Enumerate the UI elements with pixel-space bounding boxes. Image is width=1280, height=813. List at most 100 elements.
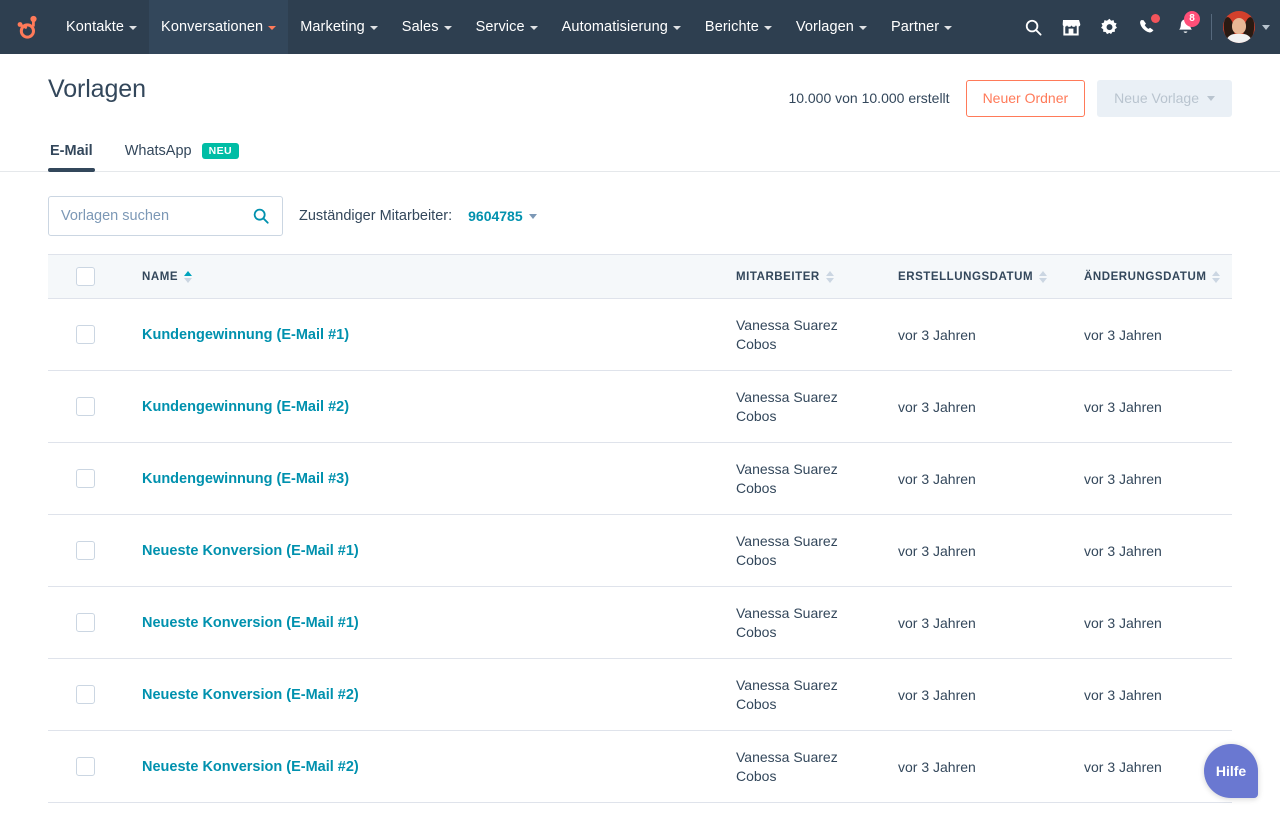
chevron-down-icon [268,26,277,30]
new-folder-button[interactable]: Neuer Ordner [965,80,1086,117]
column-header-modified[interactable]: ÄNDERUNGSDATUM [1066,254,1232,300]
template-link[interactable]: Kundengewinnung (E-Mail #1) [142,327,349,343]
search-box[interactable] [48,196,283,237]
chevron-down-icon [672,26,681,30]
owner-name: Vanessa Suarez Cobos [736,605,838,640]
column-header-name[interactable]: NAME [122,254,718,300]
row-select-cell [48,370,122,444]
sort-arrows-icon [1039,270,1048,283]
hubspot-sprocket-icon [17,15,37,39]
nav-item-label: Service [475,19,525,35]
nav-item-marketing[interactable]: Marketing [288,0,390,54]
nav-item-sales[interactable]: Sales [390,0,464,54]
row-select-cell [48,586,122,660]
nav-item-label: Berichte [704,19,759,35]
marketplace-storefront-icon [1062,20,1081,36]
column-label: ERSTELLUNGSDATUM [898,270,1034,283]
nav-item-konversationen[interactable]: Konversationen [149,0,289,54]
header-row: Vorlagen 10.000 von 10.000 erstellt Neue… [48,75,1232,117]
row-created-cell: vor 3 Jahren [880,658,1066,732]
row-name-cell: Kundengewinnung (E-Mail #3) [122,442,718,516]
row-select-cell [48,802,122,813]
notifications-count-badge: 8 [1184,11,1200,27]
nav-item-label: Partner [890,19,940,35]
chevron-down-icon [858,26,867,30]
row-modified-cell: vor 3 Jahren [1066,298,1232,372]
search-icon [1025,19,1042,36]
owner-name: Vanessa Suarez Cobos [736,677,838,712]
row-checkbox[interactable] [76,469,95,489]
search-icon [253,209,269,224]
row-checkbox[interactable] [76,397,95,417]
account-menu[interactable] [1223,11,1270,43]
marketplace-button[interactable] [1053,9,1089,45]
row-name-cell: Neueste Konversion (E-Mail #1) [122,586,718,660]
column-label: MITARBEITER [736,270,820,283]
calling-button[interactable] [1129,9,1165,45]
column-header-created[interactable]: ERSTELLUNGSDATUM [880,254,1066,300]
tab-whatsapp[interactable]: WhatsApp NEU [123,137,241,172]
filter-bar: Zuständiger Mitarbeiter: 9604785 [0,172,1280,254]
chevron-down-icon [129,26,138,30]
row-checkbox[interactable] [76,685,95,705]
table-row: Neueste Konversion (E-Mail #1) Vanessa S… [48,514,1232,588]
row-created-cell: vor 3 Jahren [880,802,1066,813]
new-badge: NEU [201,142,239,160]
row-checkbox[interactable] [76,757,95,777]
sort-arrows-icon [184,270,193,283]
chevron-down-icon [443,26,452,30]
page-title: Vorlagen [48,75,146,103]
search-input[interactable] [61,208,252,225]
notifications-button[interactable]: 8 [1167,9,1203,45]
owner-name: Vanessa Suarez Cobos [736,749,838,784]
select-all-header [48,254,122,300]
template-link[interactable]: Neueste Konversion (E-Mail #2) [142,759,359,775]
chevron-down-icon [944,26,953,30]
owner-filter-value: 9604785 [468,208,523,225]
nav-utility-icons: 8 [1015,0,1280,54]
row-created-cell: vor 3 Jahren [880,370,1066,444]
search-button[interactable] [1015,9,1051,45]
column-header-owner[interactable]: MITARBEITER [718,254,880,300]
row-checkbox[interactable] [76,541,95,561]
nav-item-vorlagen[interactable]: Vorlagen [784,0,879,54]
template-link[interactable]: Neueste Konversion (E-Mail #1) [142,615,359,631]
chevron-down-icon [1262,24,1270,30]
row-created-cell: vor 3 Jahren [880,442,1066,516]
owner-filter-dropdown[interactable]: 9604785 [468,208,537,224]
chevron-down-icon [529,26,538,30]
templates-table-wrap: NAME MITARBEITER ERSTELLUNGSDATUM ÄNDERU… [0,254,1280,813]
row-checkbox[interactable] [76,613,95,633]
nav-item-automatisierung[interactable]: Automatisierung [550,0,693,54]
tab-email[interactable]: E-Mail [48,137,95,173]
nav-item-partner[interactable]: Partner [879,0,964,54]
settings-button[interactable] [1091,9,1127,45]
row-checkbox[interactable] [76,325,95,345]
nav-item-kontakte[interactable]: Kontakte [54,0,149,54]
row-modified-cell: vor 3 Jahren [1066,586,1232,660]
template-link[interactable]: Neueste Konversion (E-Mail #2) [142,687,359,703]
nav-item-berichte[interactable]: Berichte [693,0,784,54]
content-tabs: E-Mail WhatsApp NEU [48,137,1232,173]
hubspot-logo[interactable] [0,0,54,54]
row-select-cell [48,514,122,588]
row-owner-cell: Vanessa Suarez Cobos [718,514,880,588]
nav-item-label: Sales [401,19,439,35]
calling-status-dot [1151,14,1160,23]
table-header-row: NAME MITARBEITER ERSTELLUNGSDATUM ÄNDERU… [48,254,1232,300]
gear-icon [1100,18,1117,34]
usage-counter: 10.000 von 10.000 erstellt [788,90,950,107]
sort-arrows-icon [1212,270,1221,283]
nav-divider [1211,14,1212,40]
select-all-checkbox[interactable] [76,267,95,287]
help-button[interactable]: Hilfe [1204,744,1258,798]
template-link[interactable]: Kundengewinnung (E-Mail #3) [142,471,349,487]
new-template-button[interactable]: Neue Vorlage [1097,80,1232,117]
template-link[interactable]: Kundengewinnung (E-Mail #2) [142,399,349,415]
template-link[interactable]: Neueste Konversion (E-Mail #1) [142,543,359,559]
nav-item-service[interactable]: Service [464,0,550,54]
owner-name: Vanessa Suarez Cobos [736,317,838,352]
page-header: Vorlagen 10.000 von 10.000 erstellt Neue… [0,54,1280,173]
nav-item-label: Konversationen [161,19,264,35]
row-modified-cell: vor 3 Jahren [1066,370,1232,444]
